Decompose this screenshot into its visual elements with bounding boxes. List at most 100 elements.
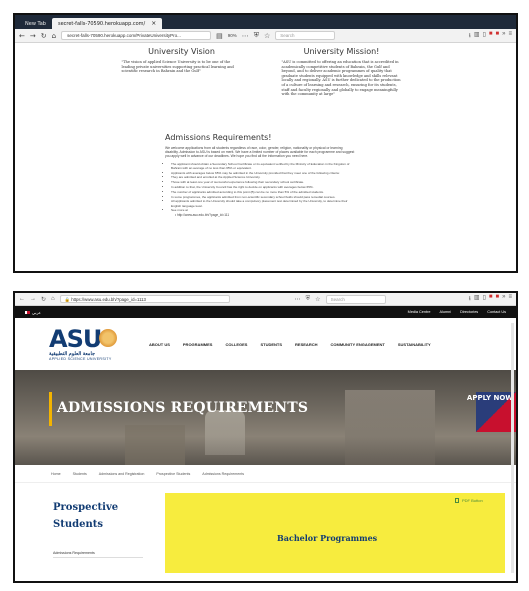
nav-research[interactable]: RESEARCH: [295, 342, 317, 347]
sidebar-item-admissions-requirements[interactable]: Admissions Requirements: [53, 551, 143, 558]
sidebar-icon[interactable]: ▯: [483, 294, 486, 304]
shield-icon[interactable]: ⛨: [254, 31, 259, 40]
list-item: The applicant should obtain a Secondary …: [171, 162, 355, 170]
pdf-label: PDF Button: [462, 498, 483, 503]
extension-icon[interactable]: ■: [489, 31, 493, 41]
back-icon[interactable]: ←: [19, 296, 25, 302]
toolbar-icons: ⭳ ▥ ▯ ■ ■ » ≡: [469, 31, 512, 41]
bottom-screenshot: ← → ↻ ⌂ 🔒 https://www.asu.edu.bh/?page_i…: [13, 291, 518, 583]
forward-icon[interactable]: →: [30, 32, 36, 40]
navigation-bar: ← → ↻ ⌂ 🔒 https://www.asu.edu.bh/?page_i…: [15, 293, 516, 306]
media-centre-link[interactable]: Media Centre: [408, 310, 431, 314]
search-input[interactable]: Search: [275, 31, 336, 40]
logo-title: ASU: [49, 325, 102, 353]
sun-logo-icon: [99, 329, 117, 347]
tab-label: New Tab: [25, 20, 46, 27]
asu-logo[interactable]: ASU جامعة العلوم التطبيقية APPLIED SCIEN…: [49, 327, 135, 361]
scrollbar[interactable]: [511, 323, 514, 573]
link-text[interactable]: http://www.asu.edu.bh/?page_id=111: [177, 213, 229, 217]
menu-icon[interactable]: ≡: [508, 31, 512, 41]
directories-link[interactable]: Directories: [460, 310, 478, 314]
more-icon[interactable]: ⋯: [295, 296, 301, 303]
nav-students[interactable]: STUDENTS: [260, 342, 282, 347]
reader-icon[interactable]: ▤: [216, 32, 223, 40]
hero-banner: ADMISSIONS REQUIREMENTS APPLY NOW: [15, 370, 516, 465]
library-icon[interactable]: ▥: [474, 31, 480, 41]
overflow-icon[interactable]: »: [502, 294, 505, 304]
tab-label: secret-falls-70590.herokuapp.com/: [57, 20, 146, 27]
home-icon[interactable]: ⌂: [52, 32, 56, 40]
pocket-icon[interactable]: ■: [496, 31, 500, 41]
list-item: The number of applicants admitted accord…: [171, 190, 355, 194]
breadcrumb-students[interactable]: Students: [73, 472, 87, 476]
hero-background-shape: [125, 425, 185, 465]
more-icon[interactable]: ⋯: [242, 32, 249, 40]
flag-icon: [25, 310, 30, 314]
list-item: All applicants admitted to the Universit…: [171, 199, 355, 207]
menu-icon[interactable]: ≡: [508, 294, 512, 304]
utility-links: Media Centre Alumni Directories Contact …: [408, 310, 506, 314]
pdf-button[interactable]: PDF Button: [455, 498, 483, 503]
page-content: Prospective Students Admissions Requirem…: [15, 483, 516, 573]
download-icon[interactable]: ⭳: [469, 31, 471, 41]
top-screenshot: New Tab secret-falls-70590.herokuapp.com…: [13, 13, 518, 273]
url-bar[interactable]: secret-falls-70590.herokuapp.com/Private…: [61, 31, 212, 40]
download-icon[interactable]: ⭳: [469, 294, 471, 304]
breadcrumb-home[interactable]: Home: [51, 472, 61, 476]
list-item: In some programmes, the applicants admit…: [171, 195, 355, 199]
mission-text: "ASU is committed to offering an educati…: [281, 60, 401, 97]
extension-icon[interactable]: ■: [489, 294, 493, 304]
reload-icon[interactable]: ↻: [41, 32, 47, 40]
see-more: See more at: [171, 208, 355, 212]
overflow-icon[interactable]: »: [502, 31, 505, 41]
contact-us-link[interactable]: Contact Us: [487, 310, 506, 314]
shield-icon[interactable]: ⛨: [306, 296, 311, 303]
nav-programmes[interactable]: PROGRAMMES: [183, 342, 213, 347]
pocket-icon[interactable]: ■: [496, 294, 500, 304]
breadcrumb-prospective-students[interactable]: Prospective Students: [156, 472, 190, 476]
zoom-level[interactable]: 90%: [228, 33, 237, 38]
site-header: ASU جامعة العلوم التطبيقية APPLIED SCIEN…: [15, 318, 516, 370]
home-icon[interactable]: ⌂: [51, 296, 55, 302]
sidebar-icon[interactable]: ▯: [483, 31, 486, 41]
pdf-icon: [455, 498, 459, 503]
tab-secret-falls[interactable]: secret-falls-70590.herokuapp.com/ ×: [51, 18, 163, 29]
alumni-link[interactable]: Alumni: [439, 310, 451, 314]
reload-icon[interactable]: ↻: [41, 296, 46, 303]
bookmark-icon[interactable]: ☆: [315, 296, 320, 303]
vision-text: "The vision of applied Science Universit…: [121, 60, 234, 74]
back-icon[interactable]: ←: [19, 32, 25, 40]
list-item: Those with at least one year of successf…: [171, 180, 355, 184]
url-bar[interactable]: 🔒 https://www.asu.edu.bh/?page_id=1113: [59, 295, 230, 303]
navigation-bar: ← → ↻ ⌂ secret-falls-70590.herokuapp.com…: [15, 29, 516, 43]
utility-bar: عربي Media Centre Alumni Directories Con…: [15, 306, 516, 318]
nav-about-us[interactable]: ABOUT US: [149, 342, 170, 347]
page-title: ADMISSIONS REQUIREMENTS: [57, 400, 309, 416]
requirements-list: The applicant should obtain a Secondary …: [165, 162, 355, 213]
language-switch[interactable]: عربي: [25, 310, 41, 315]
search-input[interactable]: Search: [325, 294, 386, 304]
list-item: They are admitted and enrolled at the Ap…: [171, 175, 355, 179]
nav-sustainability[interactable]: SUSTAINABILITY: [398, 342, 431, 347]
title-accent-bar: [49, 392, 52, 426]
sidebar-title: Prospective Students: [53, 502, 119, 530]
see-more-link[interactable]: • http://www.asu.edu.bh/?page_id=111: [175, 213, 355, 217]
vision-section: University Vision "The vision of applied…: [122, 47, 242, 97]
url-text: https://www.asu.edu.bh/?page_id=1113: [71, 297, 146, 302]
logo-english: APPLIED SCIENCE UNIVERSITY: [49, 357, 112, 361]
admissions-section: Admissions Requirements! We welcome appl…: [165, 133, 355, 217]
tab-new-tab[interactable]: New Tab: [19, 18, 52, 29]
hero-background-shape: [345, 390, 435, 465]
nav-colleges[interactable]: COLLEGES: [225, 342, 247, 347]
bookmark-icon[interactable]: ☆: [264, 32, 270, 40]
hero-figure: [205, 410, 245, 455]
vision-title: University Vision: [148, 47, 215, 56]
section-title: Bachelor Programmes: [277, 533, 378, 543]
close-icon[interactable]: ×: [151, 20, 156, 27]
language-label: عربي: [32, 309, 42, 315]
library-icon[interactable]: ▥: [474, 294, 480, 304]
nav-community-engagement[interactable]: COMMUNITY ENGAGEMENT: [330, 342, 384, 347]
breadcrumb-admissions-registration[interactable]: Admissions and Registration: [99, 472, 145, 476]
apply-now-label[interactable]: APPLY NOW: [467, 394, 513, 402]
forward-icon[interactable]: →: [30, 296, 36, 302]
